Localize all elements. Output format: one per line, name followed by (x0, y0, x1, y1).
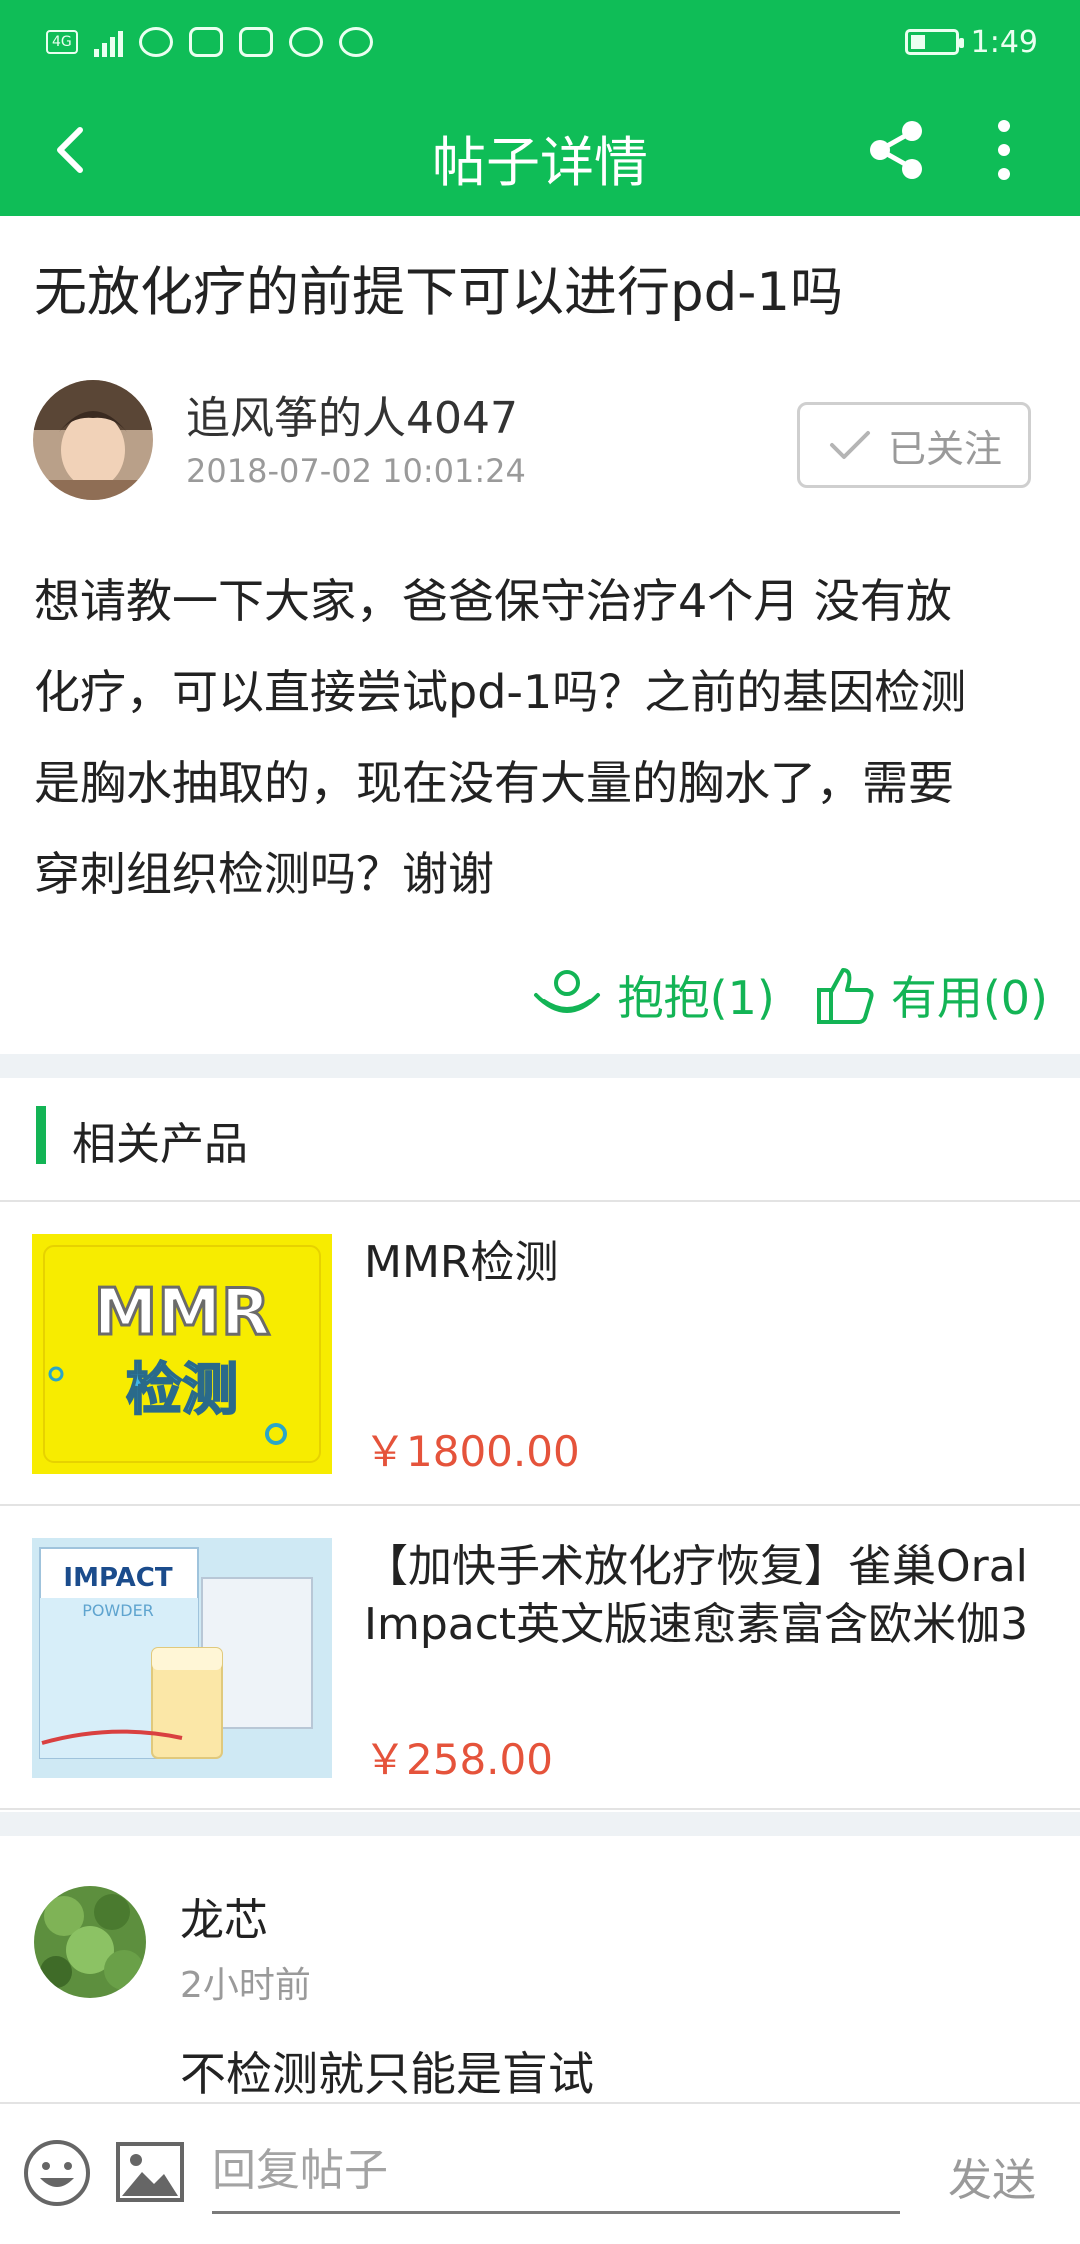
post-actions: 抱抱(1) 有用(0) (530, 962, 1048, 1028)
divider (0, 1812, 1080, 1836)
shield-notification-icon (338, 27, 373, 57)
divider (0, 1054, 1080, 1078)
commenter-avatar[interactable] (34, 1886, 146, 1998)
top-bar: 4G 1:49 帖子详情 (0, 0, 1080, 216)
product-price: ￥1800.00 (364, 1427, 580, 1476)
checkmark-icon (829, 431, 870, 459)
product-item[interactable]: IMPACT POWDER 【加快手术放化疗恢复】雀巢Oral Impact英文… (0, 1508, 1080, 1810)
product-image: IMPACT POWDER (32, 1538, 332, 1778)
hug-icon (533, 970, 600, 1013)
network-type-icon: 4G (46, 30, 78, 54)
comment-time: 2小时前 (180, 1965, 311, 2006)
section-accent-bar (36, 1106, 46, 1164)
product-item[interactable]: MMR 检测 MMR检测 ￥1800.00 (0, 1204, 1080, 1506)
product-price: ￥258.00 (364, 1735, 553, 1784)
reply-input[interactable] (212, 2130, 900, 2214)
post-body-line: 穿刺组织检测吗？谢谢 (34, 847, 494, 901)
reply-bar: 发送 (0, 2102, 1080, 2244)
app-badge-icon (238, 27, 273, 57)
battery-icon (904, 29, 964, 55)
status-bar: 4G 1:49 (0, 0, 1080, 84)
useful-label: 有用(0) (890, 971, 1048, 1025)
post-body-line: 是胸水抽取的，现在没有大量的胸水了，需要 (34, 756, 954, 810)
thumbs-up-icon (816, 968, 874, 1024)
hug-button[interactable]: 抱抱(1) (530, 962, 775, 1028)
post-title: 无放化疗的前提下可以进行pd-1吗 (34, 262, 844, 323)
related-products-header: 相关产品 (0, 1078, 1080, 1202)
hug-label: 抱抱(1) (617, 971, 775, 1025)
product-image-text: MMR (94, 1276, 271, 1350)
author-avatar[interactable] (33, 380, 153, 500)
message-icon (138, 27, 173, 57)
product-image: MMR 检测 (32, 1234, 332, 1474)
product-name: 【加快手术放化疗恢复】雀巢Oral Impact英文版速愈素富含欧米伽3 (364, 1541, 1029, 1650)
comment-text: 不检测就只能是盲试 (180, 2047, 594, 2101)
status-icons-left: 4G (46, 22, 373, 62)
post-body-line: 化疗，可以直接尝试pd-1吗？之前的基因检测 (34, 665, 967, 719)
signal-icon (93, 27, 123, 57)
section-title: 相关产品 (72, 1119, 248, 1170)
product-image-text: POWDER (82, 1601, 154, 1620)
share-icon[interactable] (860, 114, 932, 186)
image-icon[interactable] (114, 2140, 186, 2204)
more-vertical-icon[interactable] (976, 114, 1032, 186)
send-button[interactable]: 发送 (948, 2144, 1036, 2208)
author-name[interactable]: 追风筝的人4047 (186, 382, 518, 446)
status-time: 1:49 (970, 24, 1038, 60)
app-notification-icon (188, 27, 223, 57)
status-icons-right: 1:49 (904, 22, 1038, 62)
emoji-icon[interactable] (22, 2138, 92, 2208)
app-bar: 帖子详情 (0, 84, 1080, 216)
post-time: 2018-07-02 10:01:24 (186, 452, 526, 490)
product-image-text: IMPACT (63, 1563, 172, 1593)
product-image-text: 检测 (126, 1358, 238, 1423)
useful-button[interactable]: 有用(0) (815, 962, 1048, 1028)
follow-button[interactable]: 已关注 (797, 402, 1031, 488)
post-body-line: 想请教一下大家，爸爸保守治疗4个月 没有放 (34, 574, 952, 628)
product-name: MMR检测 (364, 1237, 559, 1288)
commenter-name[interactable]: 龙芯 (180, 1884, 268, 1948)
post-body: 想请教一下大家，爸爸保守治疗4个月 没有放 化疗，可以直接尝试pd-1吗？之前的… (34, 556, 1048, 920)
follow-label: 已关注 (887, 426, 1002, 471)
settings-notification-icon (288, 27, 323, 57)
